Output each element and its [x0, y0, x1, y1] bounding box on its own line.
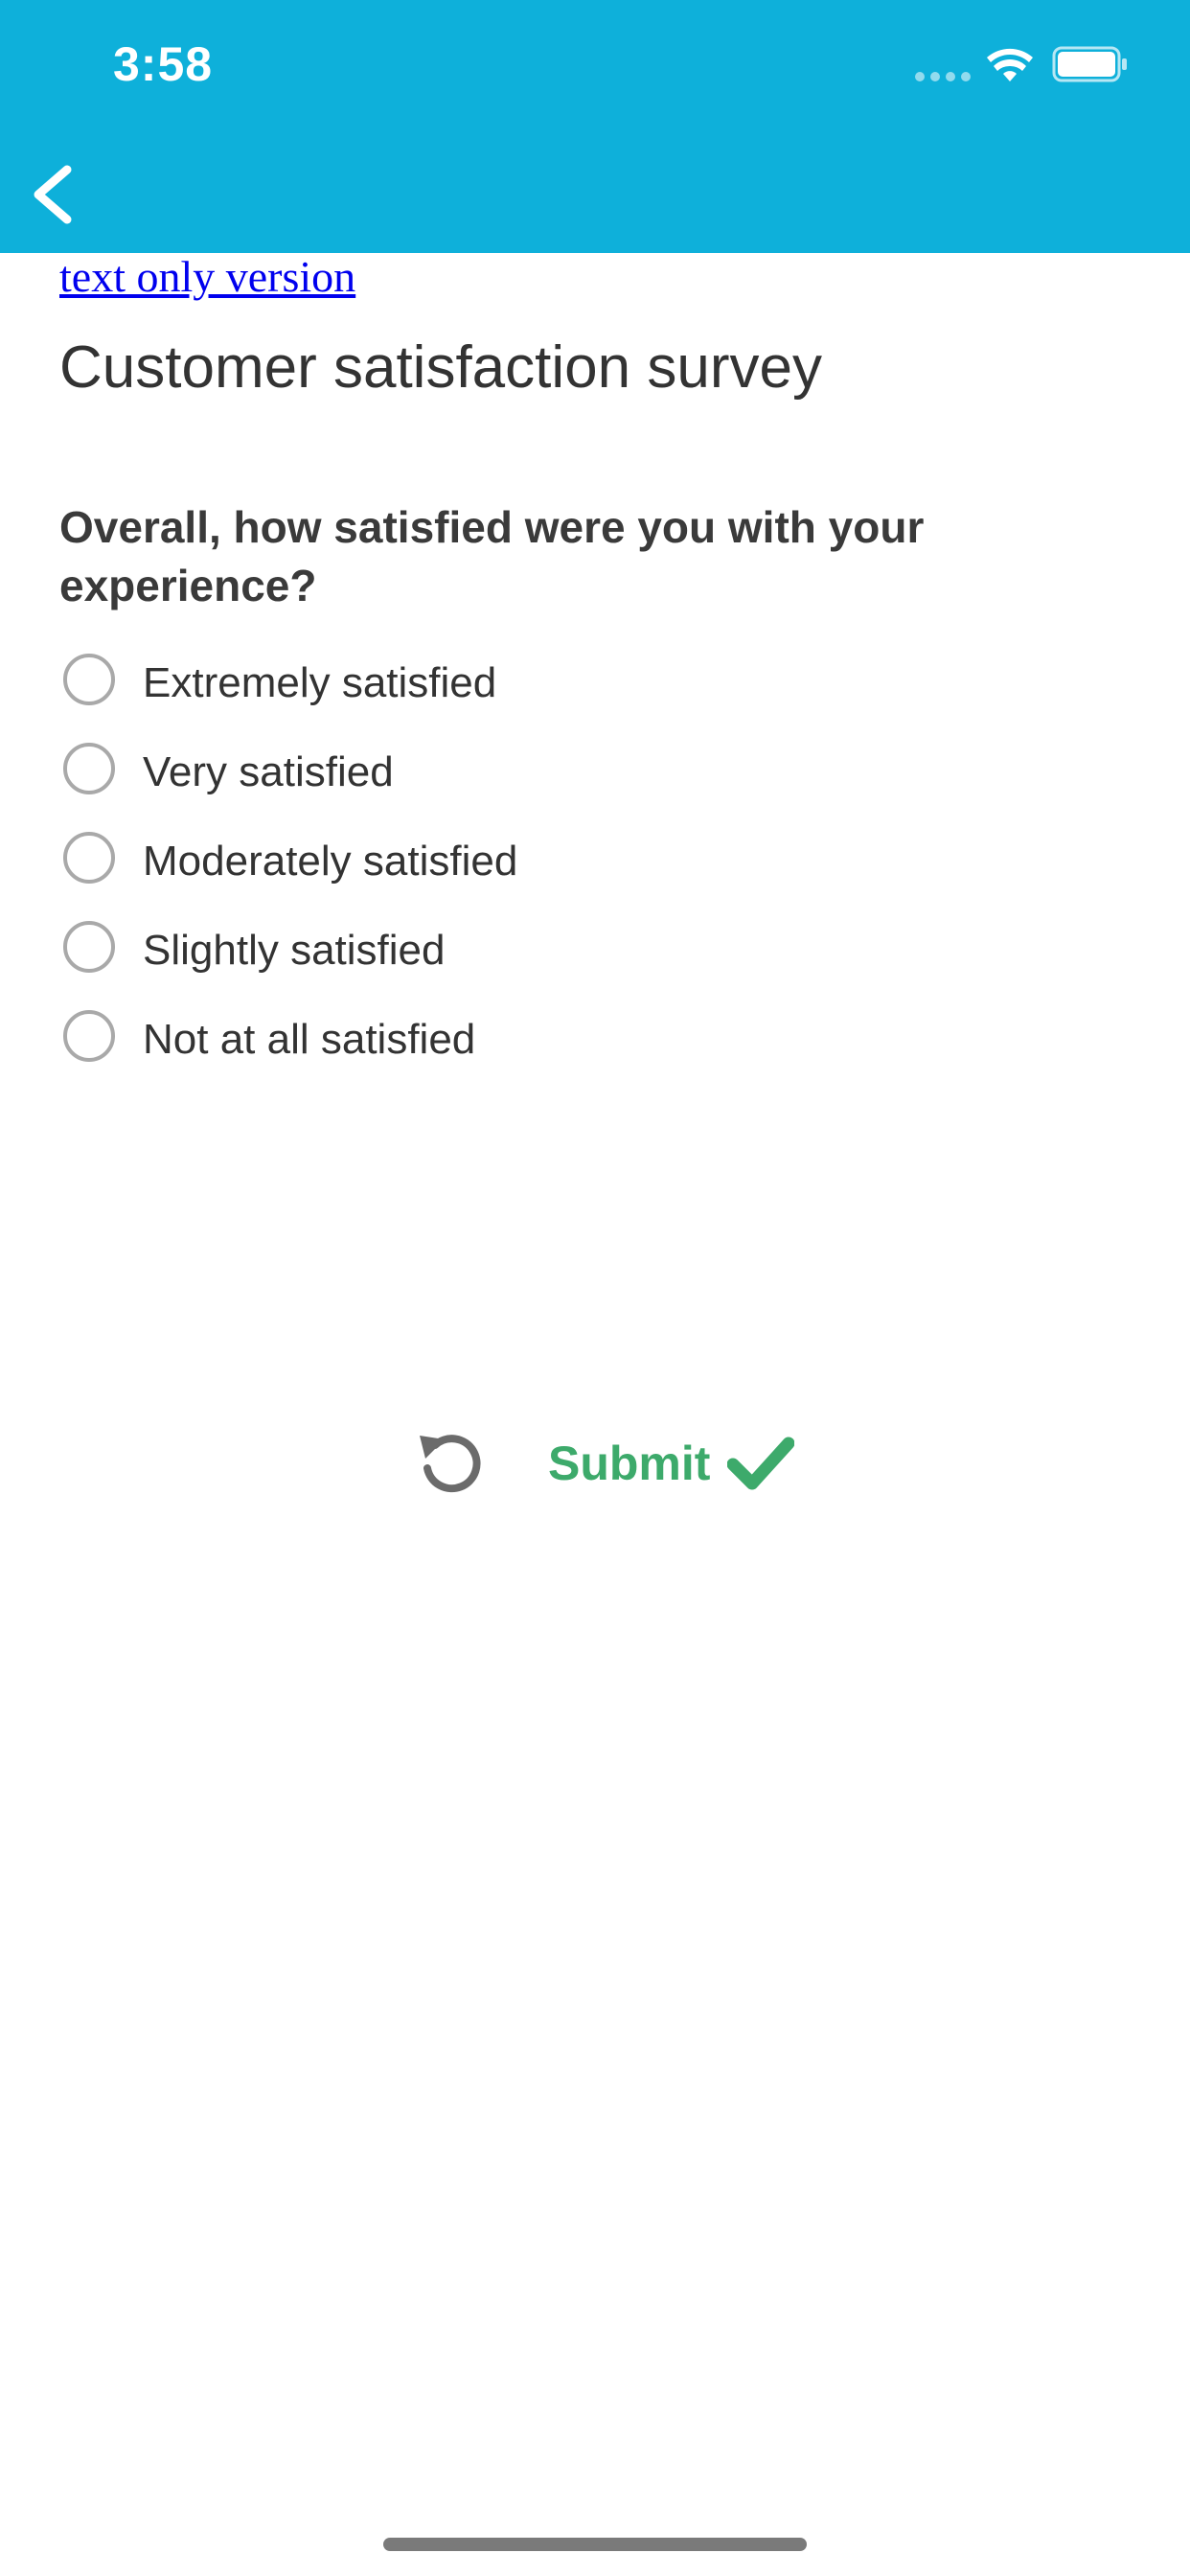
- option-label: Very satisfied: [143, 748, 394, 795]
- submit-button[interactable]: Submit: [548, 1428, 795, 1499]
- answer-options: Extremely satisfied Very satisfied Moder…: [59, 648, 922, 1093]
- battery-icon: [1052, 46, 1127, 82]
- radio-button[interactable]: [63, 832, 115, 884]
- check-icon: [727, 1437, 795, 1490]
- option-slightly-satisfied[interactable]: Slightly satisfied: [59, 915, 922, 1004]
- back-button[interactable]: [21, 158, 88, 230]
- option-moderately-satisfied[interactable]: Moderately satisfied: [59, 826, 922, 915]
- chevron-left-icon: [34, 165, 72, 224]
- option-extremely-satisfied[interactable]: Extremely satisfied: [59, 648, 922, 737]
- text-only-version-link[interactable]: text only version: [59, 251, 355, 302]
- survey-question: Overall, how satisfied were you with you…: [59, 502, 925, 610]
- radio-button[interactable]: [63, 921, 115, 973]
- app-header: 3:58: [0, 0, 1190, 253]
- option-label: Slightly satisfied: [143, 927, 446, 974]
- page-title: Customer satisfaction survey: [59, 334, 822, 401]
- reset-button[interactable]: [412, 1426, 489, 1501]
- radio-button[interactable]: [63, 743, 115, 794]
- option-label: Extremely satisfied: [143, 659, 497, 706]
- reset-icon: [420, 1435, 481, 1493]
- option-label: Moderately satisfied: [143, 838, 518, 885]
- wifi-icon: [987, 48, 1033, 81]
- status-time: 3:58: [113, 37, 214, 91]
- submit-label: Submit: [548, 1437, 711, 1490]
- radio-button[interactable]: [63, 1010, 115, 1062]
- option-not-at-all-satisfied[interactable]: Not at all satisfied: [59, 1004, 922, 1093]
- home-indicator: [383, 2538, 807, 2551]
- option-label: Not at all satisfied: [143, 1016, 476, 1063]
- option-very-satisfied[interactable]: Very satisfied: [59, 737, 922, 826]
- signal-dots-icon: [915, 72, 973, 81]
- radio-button[interactable]: [63, 654, 115, 705]
